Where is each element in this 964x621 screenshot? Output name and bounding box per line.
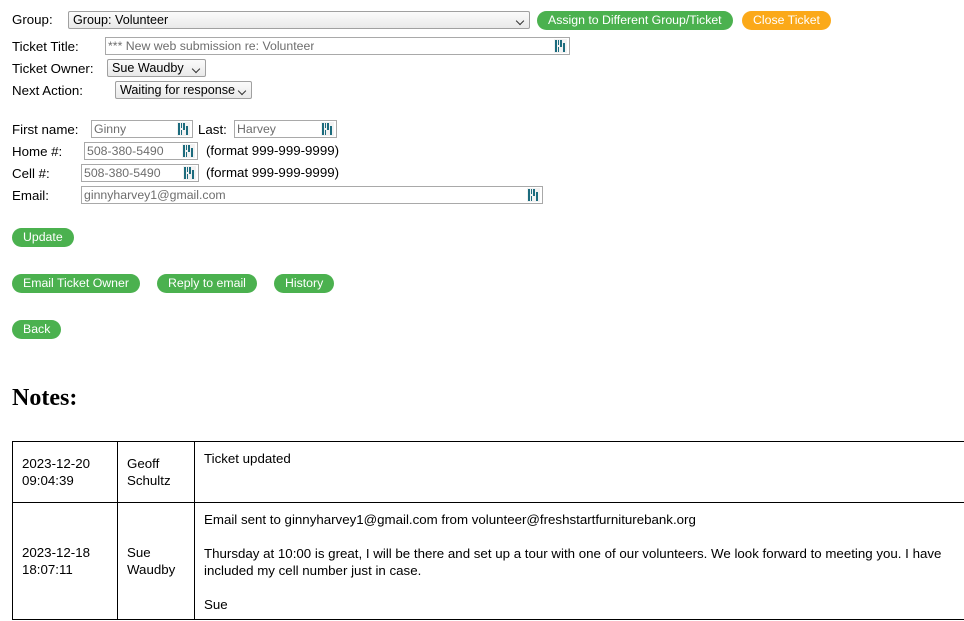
ticket-title-input[interactable]: *** New web submission re: Volunteer	[105, 37, 570, 55]
first-name-label: First name:	[12, 122, 79, 137]
autofill-barcode-icon[interactable]	[183, 166, 196, 180]
autofill-barcode-icon[interactable]	[527, 188, 540, 202]
last-name-input[interactable]: Harvey	[234, 120, 337, 138]
autofill-barcode-icon[interactable]	[321, 122, 334, 136]
note-user: Geoff Schultz	[117, 441, 195, 503]
ticket-owner-label: Ticket Owner:	[12, 61, 94, 76]
last-name-value: Harvey	[237, 122, 276, 136]
cell-phone-label: Cell #:	[12, 166, 50, 181]
next-action-row: Next Action:	[12, 83, 83, 98]
home-phone-format-hint: (format 999-999-9999)	[206, 143, 340, 158]
chevron-down-icon	[193, 66, 200, 70]
autofill-barcode-icon[interactable]	[554, 39, 567, 53]
assign-to-different-group-button[interactable]: Assign to Different Group/Ticket	[537, 11, 733, 30]
note-user: Sue Waudby	[117, 502, 195, 620]
cell-phone-input[interactable]: 508-380-5490	[81, 164, 199, 182]
chevron-down-icon	[517, 18, 524, 22]
ticket-title-label: Ticket Title:	[12, 39, 79, 54]
update-button[interactable]: Update	[12, 228, 74, 247]
group-row: Group:	[12, 12, 53, 27]
notes-table: 2023-12-20 09:04:39 Geoff Schultz Ticket…	[12, 441, 964, 620]
note-date: 2023-12-20 09:04:39	[12, 441, 118, 503]
table-row: 2023-12-20 09:04:39 Geoff Schultz Ticket…	[12, 441, 964, 503]
home-phone-value: 508-380-5490	[87, 144, 164, 158]
table-row: 2023-12-18 18:07:11 Sue Waudby Email sen…	[12, 502, 964, 620]
note-paragraph: Ticket updated	[204, 451, 291, 466]
next-action-select[interactable]: Waiting for response	[115, 81, 252, 99]
ticket-owner-select[interactable]: Sue Waudby	[107, 59, 206, 77]
first-name-value: Ginny	[94, 122, 127, 136]
cell-phone-value: 508-380-5490	[84, 166, 161, 180]
autofill-barcode-icon[interactable]	[177, 122, 190, 136]
note-body: Ticket updated	[194, 441, 964, 503]
group-select[interactable]: Group: Volunteer	[68, 11, 530, 29]
next-action-label: Next Action:	[12, 83, 83, 98]
first-name-input[interactable]: Ginny	[91, 120, 193, 138]
note-paragraph: Thursday at 10:00 is great, I will be th…	[204, 546, 942, 578]
autofill-barcode-icon[interactable]	[182, 144, 195, 158]
history-button[interactable]: History	[274, 274, 335, 293]
ticket-title-value: *** New web submission re: Volunteer	[108, 39, 315, 53]
notes-heading: Notes:	[12, 385, 78, 411]
email-label: Email:	[12, 188, 49, 203]
group-label: Group:	[12, 12, 53, 27]
chevron-down-icon	[239, 88, 246, 92]
close-ticket-button[interactable]: Close Ticket	[742, 11, 831, 30]
email-value: ginnyharvey1@gmail.com	[84, 188, 226, 202]
note-body: Email sent to ginnyharvey1@gmail.com fro…	[194, 502, 964, 620]
last-name-label: Last:	[198, 122, 227, 137]
group-select-value: Group: Volunteer	[73, 13, 169, 27]
note-paragraph: Email sent to ginnyharvey1@gmail.com fro…	[204, 512, 696, 527]
home-phone-label: Home #:	[12, 144, 63, 159]
ticket-title-row: Ticket Title:	[12, 39, 79, 54]
note-date: 2023-12-18 18:07:11	[12, 502, 118, 620]
cell-phone-format-hint: (format 999-999-9999)	[206, 165, 340, 180]
next-action-select-value: Waiting for response	[120, 83, 236, 97]
ticket-owner-select-value: Sue Waudby	[112, 61, 184, 75]
back-button[interactable]: Back	[12, 320, 62, 339]
email-input[interactable]: ginnyharvey1@gmail.com	[81, 186, 543, 204]
reply-to-email-button[interactable]: Reply to email	[157, 274, 257, 293]
email-ticket-owner-button[interactable]: Email Ticket Owner	[12, 274, 140, 293]
home-phone-input[interactable]: 508-380-5490	[84, 142, 198, 160]
ticket-owner-row: Ticket Owner:	[12, 61, 94, 76]
note-paragraph: Sue	[204, 597, 228, 612]
